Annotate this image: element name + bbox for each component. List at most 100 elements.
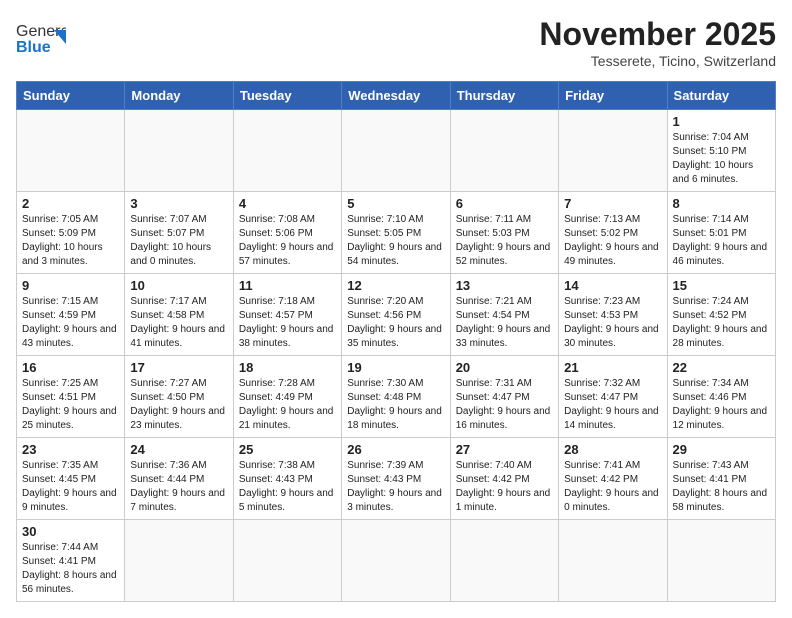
day-number: 15 (673, 278, 770, 293)
day-info: Sunrise: 7:40 AM Sunset: 4:42 PM Dayligh… (456, 459, 553, 515)
day-info: Sunrise: 7:24 AM Sunset: 4:52 PM Dayligh… (673, 295, 770, 351)
day-info: Sunrise: 7:31 AM Sunset: 4:47 PM Dayligh… (456, 377, 553, 433)
day-number: 2 (22, 196, 119, 211)
day-info: Sunrise: 7:14 AM Sunset: 5:01 PM Dayligh… (673, 213, 770, 269)
day-number: 21 (564, 360, 661, 375)
calendar-cell: 18Sunrise: 7:28 AM Sunset: 4:49 PM Dayli… (233, 356, 341, 438)
day-number: 5 (347, 196, 444, 211)
calendar-cell: 11 Sunrise: 7:18 AM Sunset: 4:57 PM Dayli… (233, 274, 341, 356)
day-number: 23 (22, 442, 119, 457)
day-number: 3 (130, 196, 227, 211)
day-number: 27 (456, 442, 553, 457)
calendar-cell (450, 520, 558, 602)
logo: General Blue (16, 16, 66, 58)
day-number: 12 (347, 278, 444, 293)
calendar-cell: 7 Sunrise: 7:13 AM Sunset: 5:02 PM Daylig… (559, 192, 667, 274)
day-info: Sunrise: 7:10 AM Sunset: 5:05 PM Dayligh… (347, 213, 444, 269)
day-number: 17 (130, 360, 227, 375)
day-info: Sunrise: 7:15 AM Sunset: 4:59 PM Dayligh… (22, 295, 119, 351)
calendar-cell: 19 Sunrise: 7:30 AM Sunset: 4:48 PM Dayli… (342, 356, 450, 438)
calendar-cell: 13Sunrise: 7:21 AM Sunset: 4:54 PM Dayli… (450, 274, 558, 356)
calendar-cell: 30 Sunrise: 7:44 AM Sunset: 4:41 PM Dayli… (17, 520, 125, 602)
day-number: 22 (673, 360, 770, 375)
day-info: Sunrise: 7:36 AM Sunset: 4:44 PM Dayligh… (130, 459, 227, 515)
day-info: Sunrise: 7:08 AM Sunset: 5:06 PM Dayligh… (239, 213, 336, 269)
day-info: Sunrise: 7:11 AM Sunset: 5:03 PM Dayligh… (456, 213, 553, 269)
day-number: 13 (456, 278, 553, 293)
calendar-cell (342, 520, 450, 602)
calendar-cell (667, 520, 775, 602)
calendar-cell: 5 Sunrise: 7:10 AM Sunset: 5:05 PM Daylig… (342, 192, 450, 274)
title-area: November 2025 Tesserete, Ticino, Switzer… (539, 16, 776, 69)
calendar-cell: 20 Sunrise: 7:31 AM Sunset: 4:47 PM Dayli… (450, 356, 558, 438)
calendar-week-row: 1Sunrise: 7:04 AM Sunset: 5:10 PM Daylig… (17, 110, 776, 192)
day-info: Sunrise: 7:13 AM Sunset: 5:02 PM Dayligh… (564, 213, 661, 269)
calendar-cell: 1Sunrise: 7:04 AM Sunset: 5:10 PM Daylig… (667, 110, 775, 192)
day-number: 4 (239, 196, 336, 211)
calendar-cell (125, 110, 233, 192)
day-number: 7 (564, 196, 661, 211)
day-number: 30 (22, 524, 119, 539)
calendar-cell: 10 Sunrise: 7:17 AM Sunset: 4:58 PM Dayli… (125, 274, 233, 356)
calendar-cell (342, 110, 450, 192)
day-info: Sunrise: 7:20 AM Sunset: 4:56 PM Dayligh… (347, 295, 444, 351)
day-info: Sunrise: 7:38 AM Sunset: 4:43 PM Dayligh… (239, 459, 336, 515)
day-info: Sunrise: 7:18 AM Sunset: 4:57 PM Dayligh… (239, 295, 336, 351)
day-number: 19 (347, 360, 444, 375)
calendar-cell (233, 520, 341, 602)
day-info: Sunrise: 7:25 AM Sunset: 4:51 PM Dayligh… (22, 377, 119, 433)
day-info: Sunrise: 7:30 AM Sunset: 4:48 PM Dayligh… (347, 377, 444, 433)
calendar-cell (450, 110, 558, 192)
calendar-cell: 17 Sunrise: 7:27 AM Sunset: 4:50 PM Dayli… (125, 356, 233, 438)
calendar-cell: 6 Sunrise: 7:11 AM Sunset: 5:03 PM Daylig… (450, 192, 558, 274)
calendar: SundayMondayTuesdayWednesdayThursdayFrid… (16, 81, 776, 602)
day-info: Sunrise: 7:27 AM Sunset: 4:50 PM Dayligh… (130, 377, 227, 433)
weekday-header: Thursday (450, 82, 558, 110)
calendar-cell (125, 520, 233, 602)
calendar-cell: 16Sunrise: 7:25 AM Sunset: 4:51 PM Dayli… (17, 356, 125, 438)
calendar-cell: 3Sunrise: 7:07 AM Sunset: 5:07 PM Daylig… (125, 192, 233, 274)
day-number: 10 (130, 278, 227, 293)
day-number: 24 (130, 442, 227, 457)
calendar-week-row: 9Sunrise: 7:15 AM Sunset: 4:59 PM Daylig… (17, 274, 776, 356)
calendar-cell: 12 Sunrise: 7:20 AM Sunset: 4:56 PM Dayli… (342, 274, 450, 356)
calendar-cell: 25Sunrise: 7:38 AM Sunset: 4:43 PM Dayli… (233, 438, 341, 520)
calendar-cell: 24 Sunrise: 7:36 AM Sunset: 4:44 PM Dayli… (125, 438, 233, 520)
day-number: 29 (673, 442, 770, 457)
day-info: Sunrise: 7:44 AM Sunset: 4:41 PM Dayligh… (22, 541, 119, 597)
calendar-cell: 15 Sunrise: 7:24 AM Sunset: 4:52 PM Dayli… (667, 274, 775, 356)
calendar-week-row: 30 Sunrise: 7:44 AM Sunset: 4:41 PM Dayli… (17, 520, 776, 602)
day-number: 28 (564, 442, 661, 457)
day-info: Sunrise: 7:32 AM Sunset: 4:47 PM Dayligh… (564, 377, 661, 433)
weekday-header: Saturday (667, 82, 775, 110)
day-number: 14 (564, 278, 661, 293)
calendar-cell: 28Sunrise: 7:41 AM Sunset: 4:42 PM Dayli… (559, 438, 667, 520)
day-number: 18 (239, 360, 336, 375)
calendar-week-row: 2Sunrise: 7:05 AM Sunset: 5:09 PM Daylig… (17, 192, 776, 274)
calendar-cell: 22 Sunrise: 7:34 AM Sunset: 4:46 PM Dayli… (667, 356, 775, 438)
calendar-cell: 8Sunrise: 7:14 AM Sunset: 5:01 PM Daylig… (667, 192, 775, 274)
day-number: 11 (239, 278, 336, 293)
calendar-cell: 21 Sunrise: 7:32 AM Sunset: 4:47 PM Dayli… (559, 356, 667, 438)
weekday-header: Friday (559, 82, 667, 110)
day-number: 20 (456, 360, 553, 375)
month-title: November 2025 (539, 16, 776, 53)
location-subtitle: Tesserete, Ticino, Switzerland (539, 53, 776, 69)
calendar-cell: 23 Sunrise: 7:35 AM Sunset: 4:45 PM Dayli… (17, 438, 125, 520)
day-info: Sunrise: 7:34 AM Sunset: 4:46 PM Dayligh… (673, 377, 770, 433)
day-info: Sunrise: 7:04 AM Sunset: 5:10 PM Dayligh… (673, 131, 770, 187)
calendar-cell: 4 Sunrise: 7:08 AM Sunset: 5:06 PM Daylig… (233, 192, 341, 274)
day-number: 6 (456, 196, 553, 211)
calendar-cell: 9Sunrise: 7:15 AM Sunset: 4:59 PM Daylig… (17, 274, 125, 356)
calendar-cell (233, 110, 341, 192)
weekday-header: Monday (125, 82, 233, 110)
calendar-cell (17, 110, 125, 192)
calendar-cell: 29Sunrise: 7:43 AM Sunset: 4:41 PM Dayli… (667, 438, 775, 520)
weekday-header: Tuesday (233, 82, 341, 110)
logo-icon: General Blue (16, 16, 66, 58)
calendar-cell: 27 Sunrise: 7:40 AM Sunset: 4:42 PM Dayli… (450, 438, 558, 520)
day-info: Sunrise: 7:17 AM Sunset: 4:58 PM Dayligh… (130, 295, 227, 351)
day-info: Sunrise: 7:35 AM Sunset: 4:45 PM Dayligh… (22, 459, 119, 515)
calendar-week-row: 16Sunrise: 7:25 AM Sunset: 4:51 PM Dayli… (17, 356, 776, 438)
day-info: Sunrise: 7:23 AM Sunset: 4:53 PM Dayligh… (564, 295, 661, 351)
